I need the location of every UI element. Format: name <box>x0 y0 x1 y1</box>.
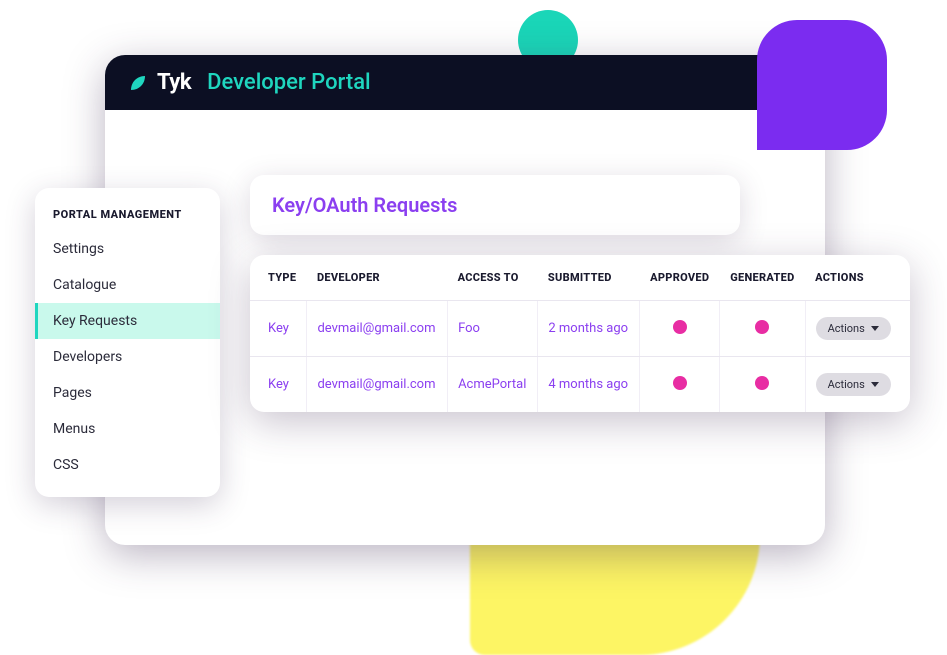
sidebar-item-catalogue[interactable]: Catalogue <box>35 267 220 303</box>
col-developer: DEVELOPER <box>307 255 448 301</box>
col-actions: ACTIONS <box>805 255 910 301</box>
actions-button[interactable]: Actions <box>816 373 891 396</box>
requests-table-card: TYPE DEVELOPER ACCESS TO SUBMITTED APPRO… <box>250 255 910 412</box>
logo: Tyk Developer Portal <box>129 70 371 95</box>
sidebar-item-css[interactable]: CSS <box>35 447 220 483</box>
col-type: TYPE <box>250 255 307 301</box>
sidebar-item-menus[interactable]: Menus <box>35 411 220 447</box>
actions-button-label: Actions <box>828 322 865 335</box>
cell-actions: Actions <box>805 357 910 413</box>
status-dot-icon <box>673 320 687 334</box>
actions-button-label: Actions <box>828 378 865 391</box>
cell-submitted: 4 months ago <box>538 357 640 413</box>
requests-table: TYPE DEVELOPER ACCESS TO SUBMITTED APPRO… <box>250 255 910 412</box>
cell-access-to: AcmePortal <box>448 357 538 413</box>
cell-actions: Actions <box>805 301 910 357</box>
sidebar-item-settings[interactable]: Settings <box>35 231 220 267</box>
table-row: Key devmail@gmail.com Foo 2 months ago A… <box>250 301 910 357</box>
cell-type: Key <box>250 301 307 357</box>
col-submitted: SUBMITTED <box>538 255 640 301</box>
logo-text: Tyk <box>157 70 191 95</box>
decorative-purple-blob <box>757 20 887 150</box>
table-header-row: TYPE DEVELOPER ACCESS TO SUBMITTED APPRO… <box>250 255 910 301</box>
sidebar-item-key-requests[interactable]: Key Requests <box>35 303 220 339</box>
cell-type: Key <box>250 357 307 413</box>
cell-developer: devmail@gmail.com <box>307 301 448 357</box>
logo-leaf-icon <box>129 74 147 92</box>
cell-generated <box>720 301 805 357</box>
status-dot-icon <box>755 320 769 334</box>
app-header: Tyk Developer Portal <box>105 55 825 110</box>
page-title: Key/OAuth Requests <box>272 193 457 217</box>
logo-subtitle: Developer Portal <box>207 70 371 95</box>
status-dot-icon <box>755 376 769 390</box>
status-dot-icon <box>673 376 687 390</box>
cell-approved <box>640 301 720 357</box>
cell-submitted: 2 months ago <box>538 301 640 357</box>
chevron-down-icon <box>871 382 879 387</box>
col-access-to: ACCESS TO <box>448 255 538 301</box>
cell-generated <box>720 357 805 413</box>
col-generated: GENERATED <box>720 255 805 301</box>
sidebar-item-pages[interactable]: Pages <box>35 375 220 411</box>
cell-approved <box>640 357 720 413</box>
page-title-card: Key/OAuth Requests <box>250 175 740 235</box>
cell-access-to: Foo <box>448 301 538 357</box>
sidebar-section-title: PORTAL MANAGEMENT <box>35 208 220 231</box>
table-row: Key devmail@gmail.com AcmePortal 4 month… <box>250 357 910 413</box>
sidebar: PORTAL MANAGEMENT Settings Catalogue Key… <box>35 188 220 497</box>
sidebar-item-developers[interactable]: Developers <box>35 339 220 375</box>
cell-developer: devmail@gmail.com <box>307 357 448 413</box>
col-approved: APPROVED <box>640 255 720 301</box>
chevron-down-icon <box>871 326 879 331</box>
actions-button[interactable]: Actions <box>816 317 891 340</box>
